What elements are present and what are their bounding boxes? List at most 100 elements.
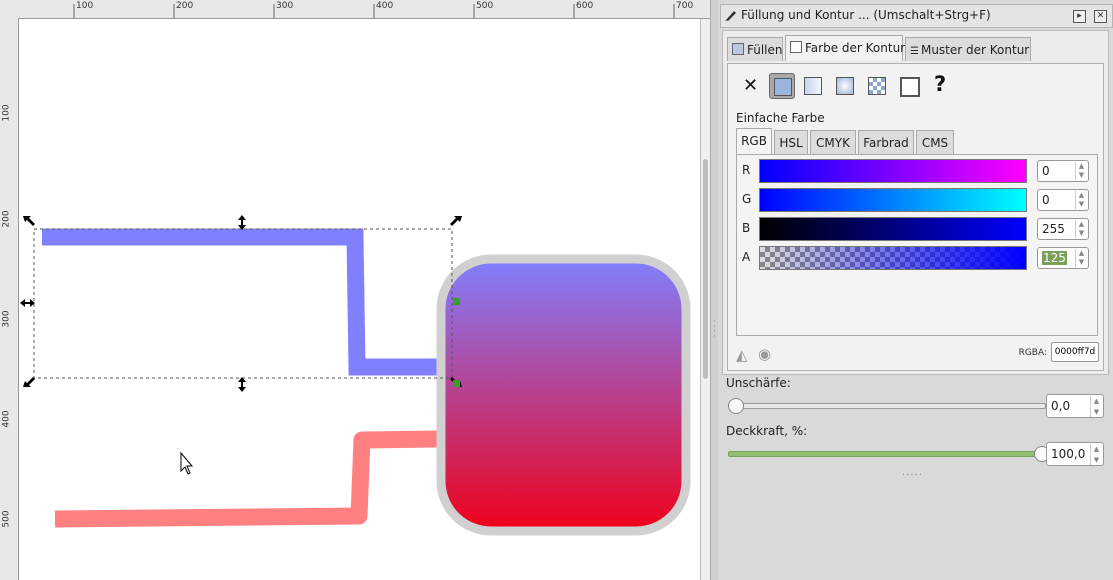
mouse-cursor bbox=[180, 451, 194, 475]
color-managed-icon[interactable]: ◉ bbox=[758, 345, 771, 363]
tab-stroke-paint[interactable]: Farbe der Kontur bbox=[785, 35, 906, 61]
linear-gradient-icon bbox=[804, 77, 822, 95]
alpha-value: 125 bbox=[1042, 251, 1067, 265]
tab-fill[interactable]: Füllen bbox=[727, 37, 783, 61]
tab-rgb[interactable]: RGB bbox=[736, 128, 772, 154]
flat-color-button[interactable] bbox=[769, 73, 795, 99]
node-handle[interactable] bbox=[453, 380, 460, 387]
node-handle[interactable] bbox=[453, 298, 460, 305]
ruler-label: 300 bbox=[276, 1, 294, 11]
color-picker-icon[interactable]: ◭ bbox=[736, 346, 748, 364]
stroke-paint-tab-icon bbox=[790, 41, 802, 53]
drawing bbox=[20, 215, 691, 536]
green-spinbox[interactable]: 0 ▲ ▼ bbox=[1037, 189, 1089, 211]
rgba-label: RGBA: bbox=[1018, 348, 1047, 358]
dock-button[interactable]: ▸ bbox=[1073, 10, 1086, 23]
blur-label: Unschärfe: bbox=[726, 376, 791, 390]
unset-paint-button[interactable]: ? bbox=[928, 72, 954, 99]
spin-up-icon[interactable]: ▲ bbox=[1090, 396, 1102, 406]
ruler-label: 600 bbox=[576, 1, 594, 11]
grip-icon: · · · · bbox=[713, 317, 716, 342]
swatch-icon bbox=[900, 77, 920, 97]
spin-up-icon[interactable]: ▲ bbox=[1075, 162, 1087, 171]
tab-hsl[interactable]: HSL bbox=[774, 130, 808, 154]
tab-label: Füllen bbox=[747, 43, 783, 57]
scroll-thumb[interactable] bbox=[703, 159, 708, 379]
tab-cmyk[interactable]: CMYK bbox=[810, 130, 856, 154]
spin-up-icon[interactable]: ▲ bbox=[1075, 191, 1087, 200]
tab-label: Farbe der Kontur bbox=[805, 41, 906, 55]
spin-down-icon[interactable]: ▼ bbox=[1075, 229, 1087, 238]
opacity-label: Deckkraft, %: bbox=[726, 424, 808, 438]
spin-down-icon[interactable]: ▼ bbox=[1075, 258, 1087, 267]
alpha-slider[interactable] bbox=[759, 246, 1027, 270]
fill-tab-icon bbox=[732, 43, 744, 55]
spin-down-icon[interactable]: ▼ bbox=[1090, 455, 1102, 465]
stroke-paint-panel: ✕ ? Einfache Farbe RGB HSL CMYK Farbrad … bbox=[727, 63, 1104, 371]
question-icon: ? bbox=[934, 72, 947, 96]
selection-box bbox=[33, 228, 453, 379]
flat-color-icon bbox=[774, 78, 792, 96]
blue-connector[interactable] bbox=[42, 228, 441, 376]
ruler-label: 300 bbox=[1, 310, 12, 328]
tab-label: Muster der Kontur bbox=[920, 43, 1030, 57]
red-connector[interactable] bbox=[54, 430, 440, 528]
ruler-label: 500 bbox=[476, 1, 494, 11]
blur-slider[interactable] bbox=[728, 403, 1046, 409]
red-slider[interactable] bbox=[759, 159, 1027, 183]
tab-stroke-style[interactable]: ☰ Muster der Kontur bbox=[905, 37, 1031, 61]
blue-spinbox[interactable]: 255 ▲ ▼ bbox=[1037, 218, 1089, 240]
tab-color-wheel[interactable]: Farbrad bbox=[858, 130, 914, 154]
spin-down-icon[interactable]: ▼ bbox=[1090, 407, 1102, 417]
channel-row-r: R 0 ▲ ▼ bbox=[737, 157, 1097, 183]
blur-slider-knob[interactable] bbox=[728, 398, 744, 414]
spin-up-icon[interactable]: ▲ bbox=[1075, 249, 1087, 258]
blue-value: 255 bbox=[1042, 222, 1065, 236]
drawing-canvas[interactable] bbox=[19, 19, 710, 580]
ruler-label: 500 bbox=[1, 510, 12, 528]
dialog-body: Füllen Farbe der Kontur ☰ Muster der Kont… bbox=[722, 30, 1109, 375]
resize-grip-icon[interactable]: ····· bbox=[902, 470, 923, 481]
red-spinbox[interactable]: 0 ▲ ▼ bbox=[1037, 160, 1089, 182]
dialog-titlebar[interactable]: Füllung und Kontur ... (Umschalt+Strg+F)… bbox=[720, 4, 1113, 28]
dialog-title: Füllung und Kontur ... (Umschalt+Strg+F) bbox=[741, 8, 991, 22]
channel-row-b: B 255 ▲ ▼ bbox=[737, 215, 1097, 241]
red-value: 0 bbox=[1042, 164, 1050, 178]
blur-spinbox[interactable]: 0,0 ▲ ▼ bbox=[1046, 394, 1104, 418]
x-icon: ✕ bbox=[743, 75, 759, 96]
spin-down-icon[interactable]: ▼ bbox=[1075, 171, 1087, 180]
pattern-button[interactable] bbox=[864, 73, 890, 99]
spin-up-icon[interactable]: ▲ bbox=[1075, 220, 1087, 229]
radial-gradient-button[interactable] bbox=[832, 73, 858, 99]
vertical-ruler[interactable]: 100 200 300 400 500 bbox=[0, 18, 19, 580]
no-paint-button[interactable]: ✕ bbox=[738, 73, 764, 99]
blue-slider[interactable] bbox=[759, 217, 1027, 241]
green-value: 0 bbox=[1042, 193, 1050, 207]
swatch-button[interactable] bbox=[896, 73, 922, 99]
ruler-label: 100 bbox=[1, 104, 12, 122]
ruler-label: 400 bbox=[1, 410, 12, 428]
radial-gradient-icon bbox=[836, 77, 854, 95]
alpha-spinbox[interactable]: 125 ▲ ▼ bbox=[1037, 247, 1089, 269]
gradient-container[interactable] bbox=[436, 254, 691, 536]
channel-row-g: G 0 ▲ ▼ bbox=[737, 186, 1097, 212]
channel-label: B bbox=[742, 221, 751, 235]
close-button[interactable]: ✕ bbox=[1094, 10, 1107, 23]
ruler-label: 200 bbox=[176, 1, 194, 11]
opacity-value: 100,0 bbox=[1051, 447, 1086, 461]
ruler-ticks bbox=[73, 4, 675, 18]
rgb-panel: R 0 ▲ ▼ G 0 ▲ ▼ B 255 ▲ ▼ A 125 ▲ ▼ bbox=[736, 154, 1098, 336]
rgba-field[interactable]: 0000ff7d bbox=[1051, 342, 1099, 362]
pattern-icon bbox=[868, 77, 886, 95]
channel-row-a: A 125 ▲ ▼ bbox=[737, 244, 1097, 270]
horizontal-ruler[interactable]: 100 200 300 400 500 600 700 bbox=[0, 0, 710, 19]
green-slider[interactable] bbox=[759, 188, 1027, 212]
spin-up-icon[interactable]: ▲ bbox=[1090, 444, 1102, 454]
linear-gradient-button[interactable] bbox=[800, 73, 826, 99]
spin-down-icon[interactable]: ▼ bbox=[1075, 200, 1087, 209]
ruler-label: 100 bbox=[76, 1, 94, 11]
tab-cms[interactable]: CMS bbox=[916, 130, 954, 154]
opacity-spinbox[interactable]: 100,0 ▲ ▼ bbox=[1046, 442, 1104, 466]
channel-label: A bbox=[742, 250, 751, 264]
opacity-slider[interactable] bbox=[728, 451, 1046, 457]
